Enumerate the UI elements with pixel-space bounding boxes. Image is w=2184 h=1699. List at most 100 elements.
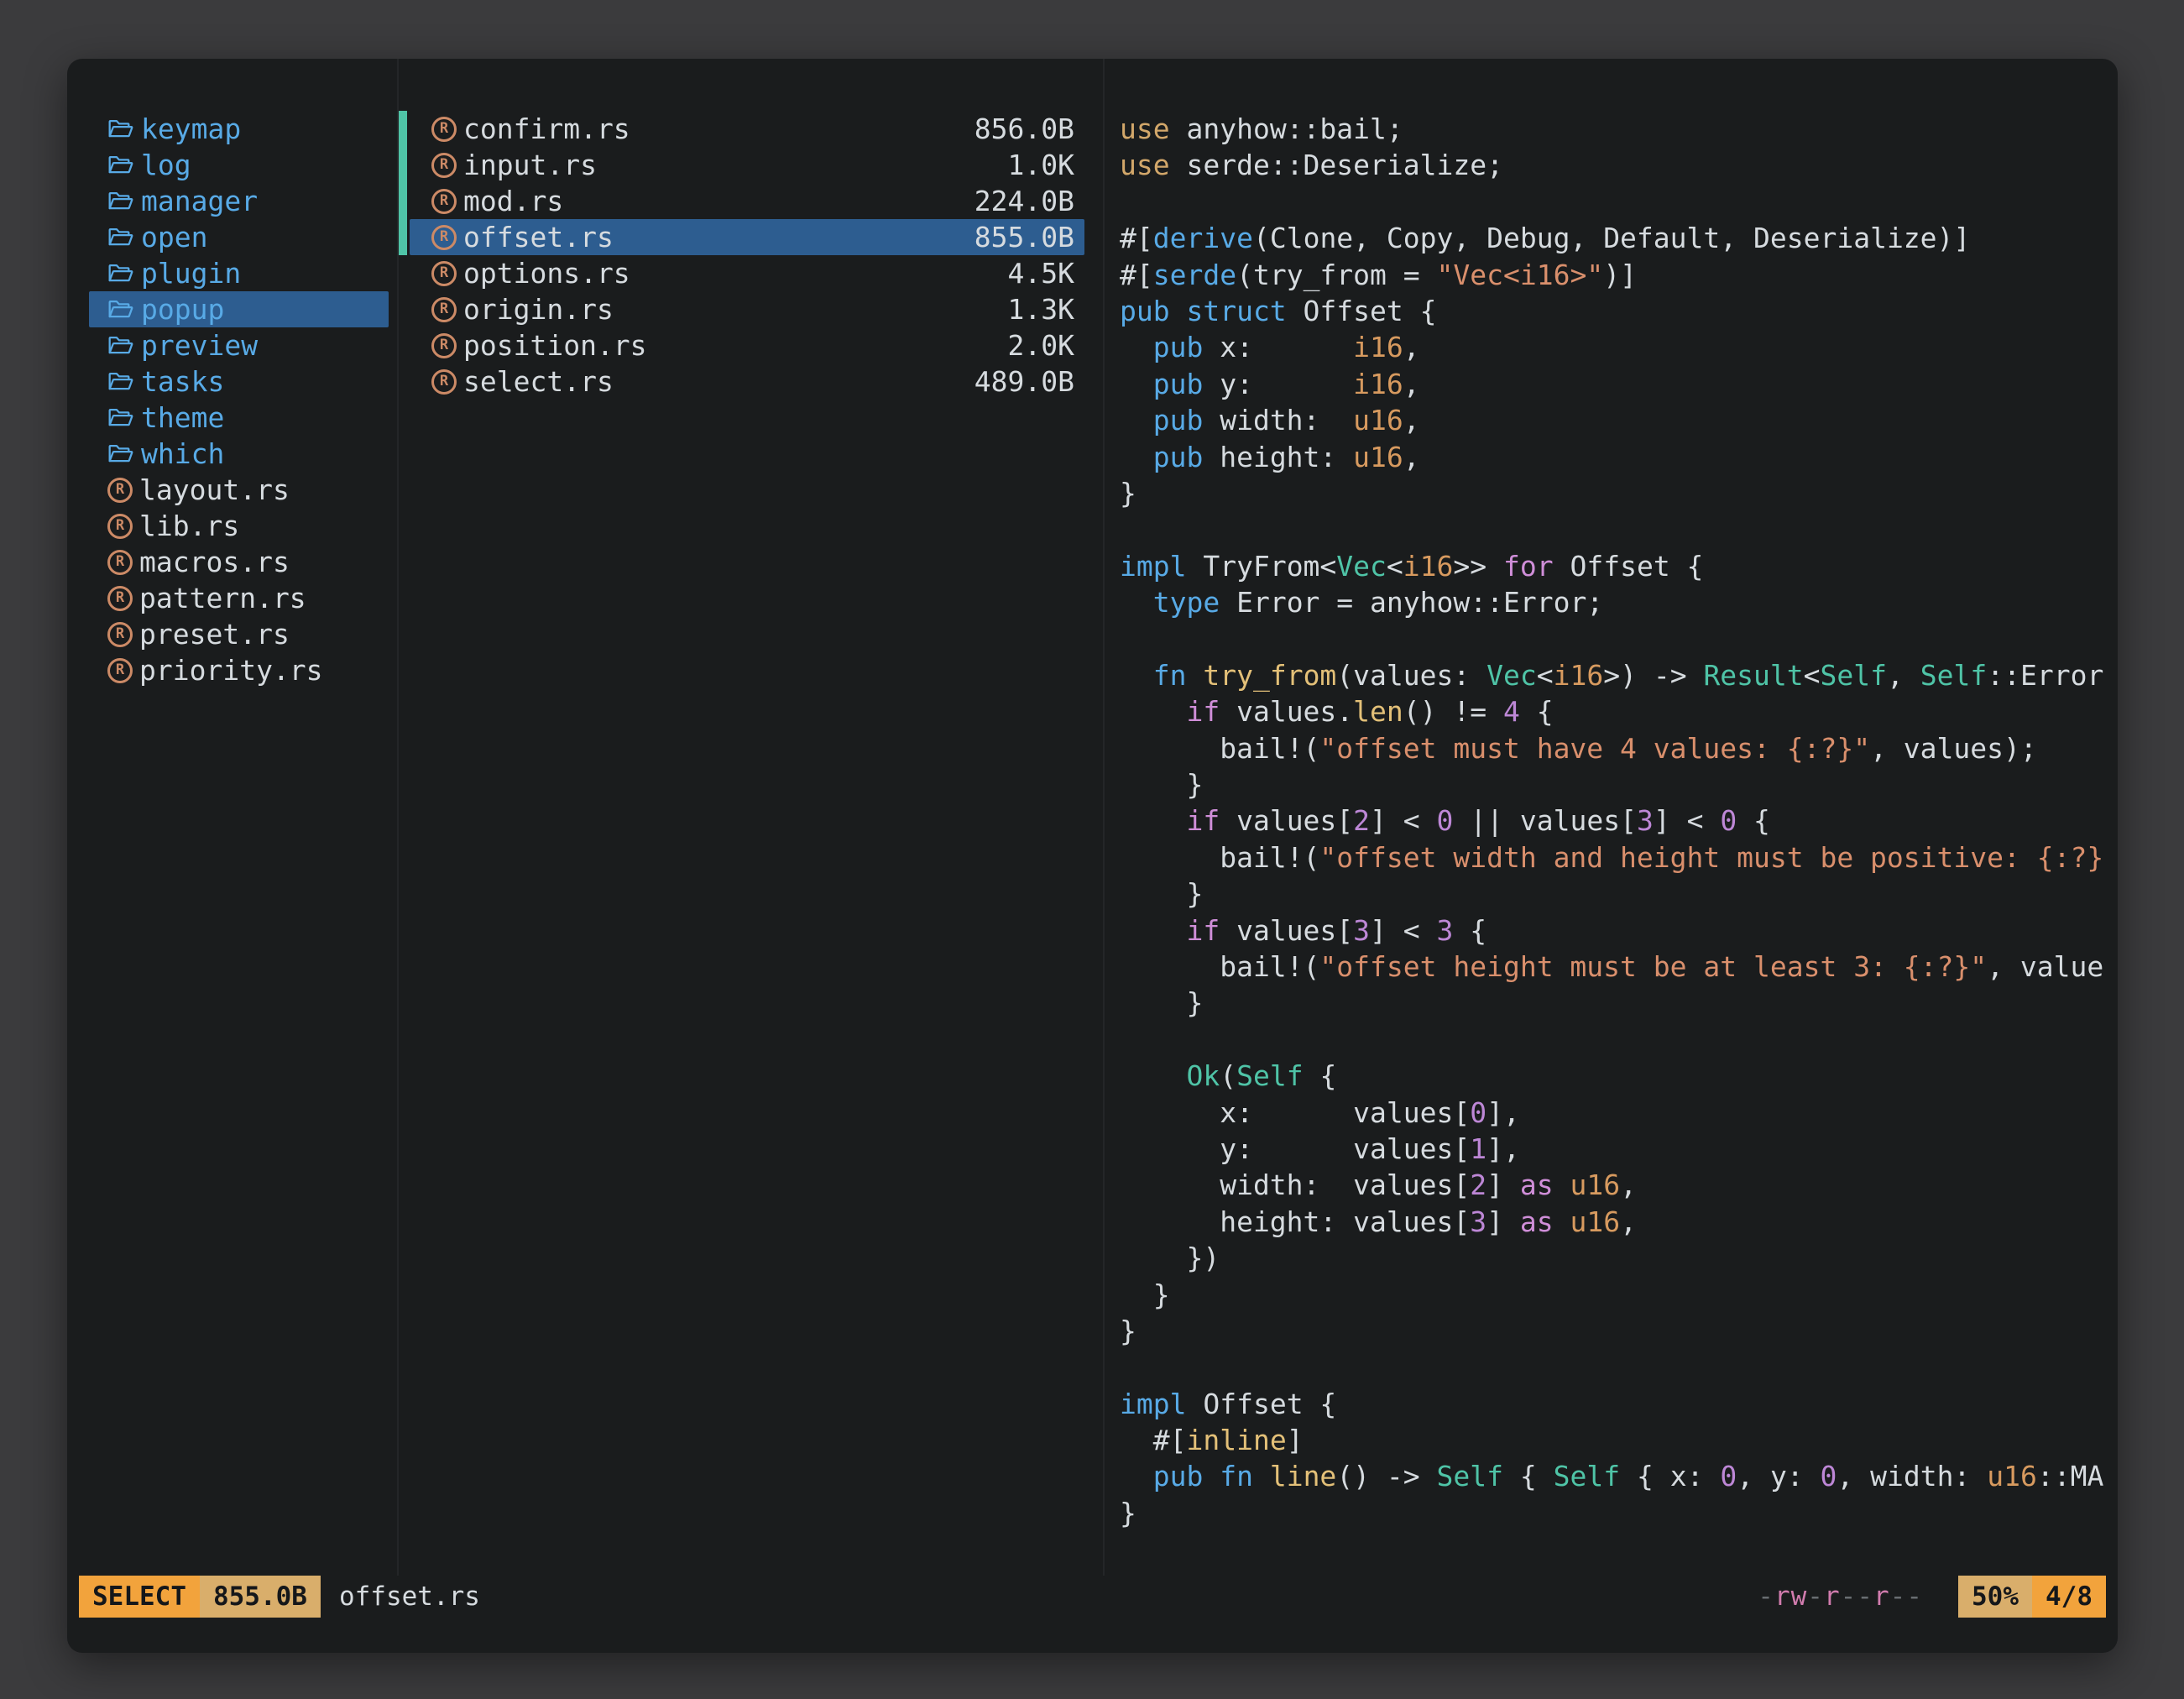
folder-icon [107, 405, 134, 431]
sidebar-item-label: log [141, 149, 191, 181]
code-line: } [1120, 1495, 2118, 1531]
folder-icon [107, 189, 134, 214]
folder-icon [107, 261, 134, 286]
rust-file-icon: R [431, 369, 457, 395]
sidebar-item-label: macros.rs [139, 546, 290, 578]
selection-marker [399, 147, 407, 183]
status-filename: offset.rs [339, 1581, 480, 1612]
sidebar-item-label: theme [141, 401, 224, 434]
rust-file-icon: R [431, 153, 457, 178]
code-line: pub y: i16, [1120, 366, 2118, 402]
sidebar-item-macros-rs[interactable]: Rmacros.rs [89, 544, 389, 580]
file-size: 855.0B [974, 221, 1074, 254]
status-bar-left: SELECT 855.0B offset.rs [79, 1576, 480, 1618]
code-line: bail!("offset height must be at least 3:… [1120, 949, 2118, 985]
sidebar-item-preview[interactable]: preview [89, 327, 389, 363]
file-row-origin-rs[interactable]: Rorigin.rs1.3K [410, 291, 1084, 327]
code-line: impl Offset { [1120, 1386, 2118, 1422]
parent-directory-pane: keymap log manager openpluginpopuppreviewta… [67, 59, 397, 1576]
rust-file-icon: R [107, 550, 133, 575]
scroll-percent-badge: 50% [1958, 1576, 2032, 1618]
sidebar-item-label: preview [141, 329, 258, 362]
code-line: } [1120, 1277, 2118, 1313]
code-line [1120, 184, 2118, 220]
file-row-options-rs[interactable]: Roptions.rs4.5K [410, 255, 1084, 291]
rust-file-icon: R [431, 189, 457, 214]
file-name: input.rs [463, 149, 597, 181]
rust-file-icon: R [107, 586, 133, 611]
file-name: options.rs [463, 257, 630, 290]
file-row-confirm-rs[interactable]: Rconfirm.rs 856.0B [410, 111, 1084, 147]
sidebar-item-priority-rs[interactable]: Rpriority.rs [89, 652, 389, 688]
code-line: use anyhow::bail; [1120, 111, 2118, 147]
status-bar: SELECT 855.0B offset.rs -rw-r--r-- 50% 4… [79, 1576, 2106, 1618]
sidebar-item-keymap[interactable]: keymap [89, 111, 389, 147]
terminal-window: keymap log manager openpluginpopuppreviewta… [67, 59, 2118, 1653]
mode-badge: SELECT [79, 1576, 200, 1618]
file-permissions: -rw-r--r-- [1758, 1581, 1923, 1612]
code-line: pub x: i16, [1120, 329, 2118, 365]
code-line: x: values[0], [1120, 1095, 2118, 1131]
selection-marker [399, 111, 407, 147]
sidebar-item-theme[interactable]: theme [89, 400, 389, 436]
code-line: #[inline] [1120, 1422, 2118, 1458]
code-line: } [1120, 475, 2118, 511]
file-row-mod-rs[interactable]: Rmod.rs224.0B [410, 183, 1084, 219]
sidebar-item-tasks[interactable]: tasks [89, 363, 389, 400]
file-size: 856.0B [974, 112, 1074, 145]
code-line: height: values[3] as u16, [1120, 1204, 2118, 1240]
code-line: if values[2] < 0 || values[3] < 0 { [1120, 802, 2118, 839]
current-directory-pane: Rconfirm.rs 856.0BRinput.rs1.0KRmod.rs224… [397, 59, 1105, 1576]
file-row-position-rs[interactable]: Rposition.rs2.0K [410, 327, 1084, 363]
file-name: select.rs [463, 365, 614, 398]
sidebar-item-plugin[interactable]: plugin [89, 255, 389, 291]
sidebar-item-preset-rs[interactable]: Rpreset.rs [89, 616, 389, 652]
sidebar-item-manager[interactable]: manager [89, 183, 389, 219]
sidebar-item-log[interactable]: log [89, 147, 389, 183]
code-line: } [1120, 766, 2118, 802]
folder-icon [107, 297, 134, 322]
sidebar-item-label: open [141, 221, 207, 254]
code-line: if values[3] < 3 { [1120, 912, 2118, 949]
file-size: 1.3K [1008, 293, 1074, 326]
file-row-input-rs[interactable]: Rinput.rs1.0K [410, 147, 1084, 183]
sidebar-item-label: lib.rs [139, 510, 239, 542]
rust-file-icon: R [431, 225, 457, 250]
sidebar-item-which[interactable]: which [89, 436, 389, 472]
file-name: mod.rs [463, 185, 563, 217]
file-name: origin.rs [463, 293, 614, 326]
sidebar-item-label: plugin [141, 257, 241, 290]
sidebar-item-label: keymap [141, 112, 241, 145]
rust-file-icon: R [431, 117, 457, 142]
sidebar-item-layout-rs[interactable]: Rlayout.rs [89, 472, 389, 508]
status-bar-right: -rw-r--r-- 50% 4/8 [1758, 1576, 2106, 1618]
sidebar-item-pattern-rs[interactable]: Rpattern.rs [89, 580, 389, 616]
sidebar-item-lib-rs[interactable]: Rlib.rs [89, 508, 389, 544]
file-name: position.rs [463, 329, 647, 362]
file-size: 489.0B [974, 365, 1074, 398]
code-line: if values.len() != 4 { [1120, 693, 2118, 729]
sidebar-item-label: preset.rs [139, 618, 290, 651]
sidebar-item-label: tasks [141, 365, 224, 398]
sidebar-item-label: priority.rs [139, 654, 323, 687]
file-row-offset-rs[interactable]: Roffset.rs855.0B [410, 219, 1084, 255]
code-line: #[derive(Clone, Copy, Debug, Default, De… [1120, 220, 2118, 256]
selection-marker [399, 219, 407, 255]
code-line: y: values[1], [1120, 1131, 2118, 1167]
file-row-select-rs[interactable]: Rselect.rs 489.0B [410, 363, 1084, 400]
file-size: 4.5K [1008, 257, 1074, 290]
sidebar-item-label: manager [141, 185, 258, 217]
sidebar-item-label: which [141, 437, 224, 470]
code-line: impl TryFrom<Vec<i16>> for Offset { [1120, 548, 2118, 584]
folder-icon [107, 369, 134, 395]
code-line [1120, 1349, 2118, 1385]
code-line: pub struct Offset { [1120, 293, 2118, 329]
sidebar-item-open[interactable]: open [89, 219, 389, 255]
code-line: pub width: u16, [1120, 402, 2118, 438]
sidebar-item-popup[interactable]: popup [89, 291, 389, 327]
file-name: confirm.rs [463, 112, 630, 145]
cursor-position-badge: 4/8 [2032, 1576, 2106, 1618]
folder-icon [107, 153, 134, 178]
code-line: Ok(Self { [1120, 1058, 2118, 1094]
code-line: } [1120, 985, 2118, 1021]
